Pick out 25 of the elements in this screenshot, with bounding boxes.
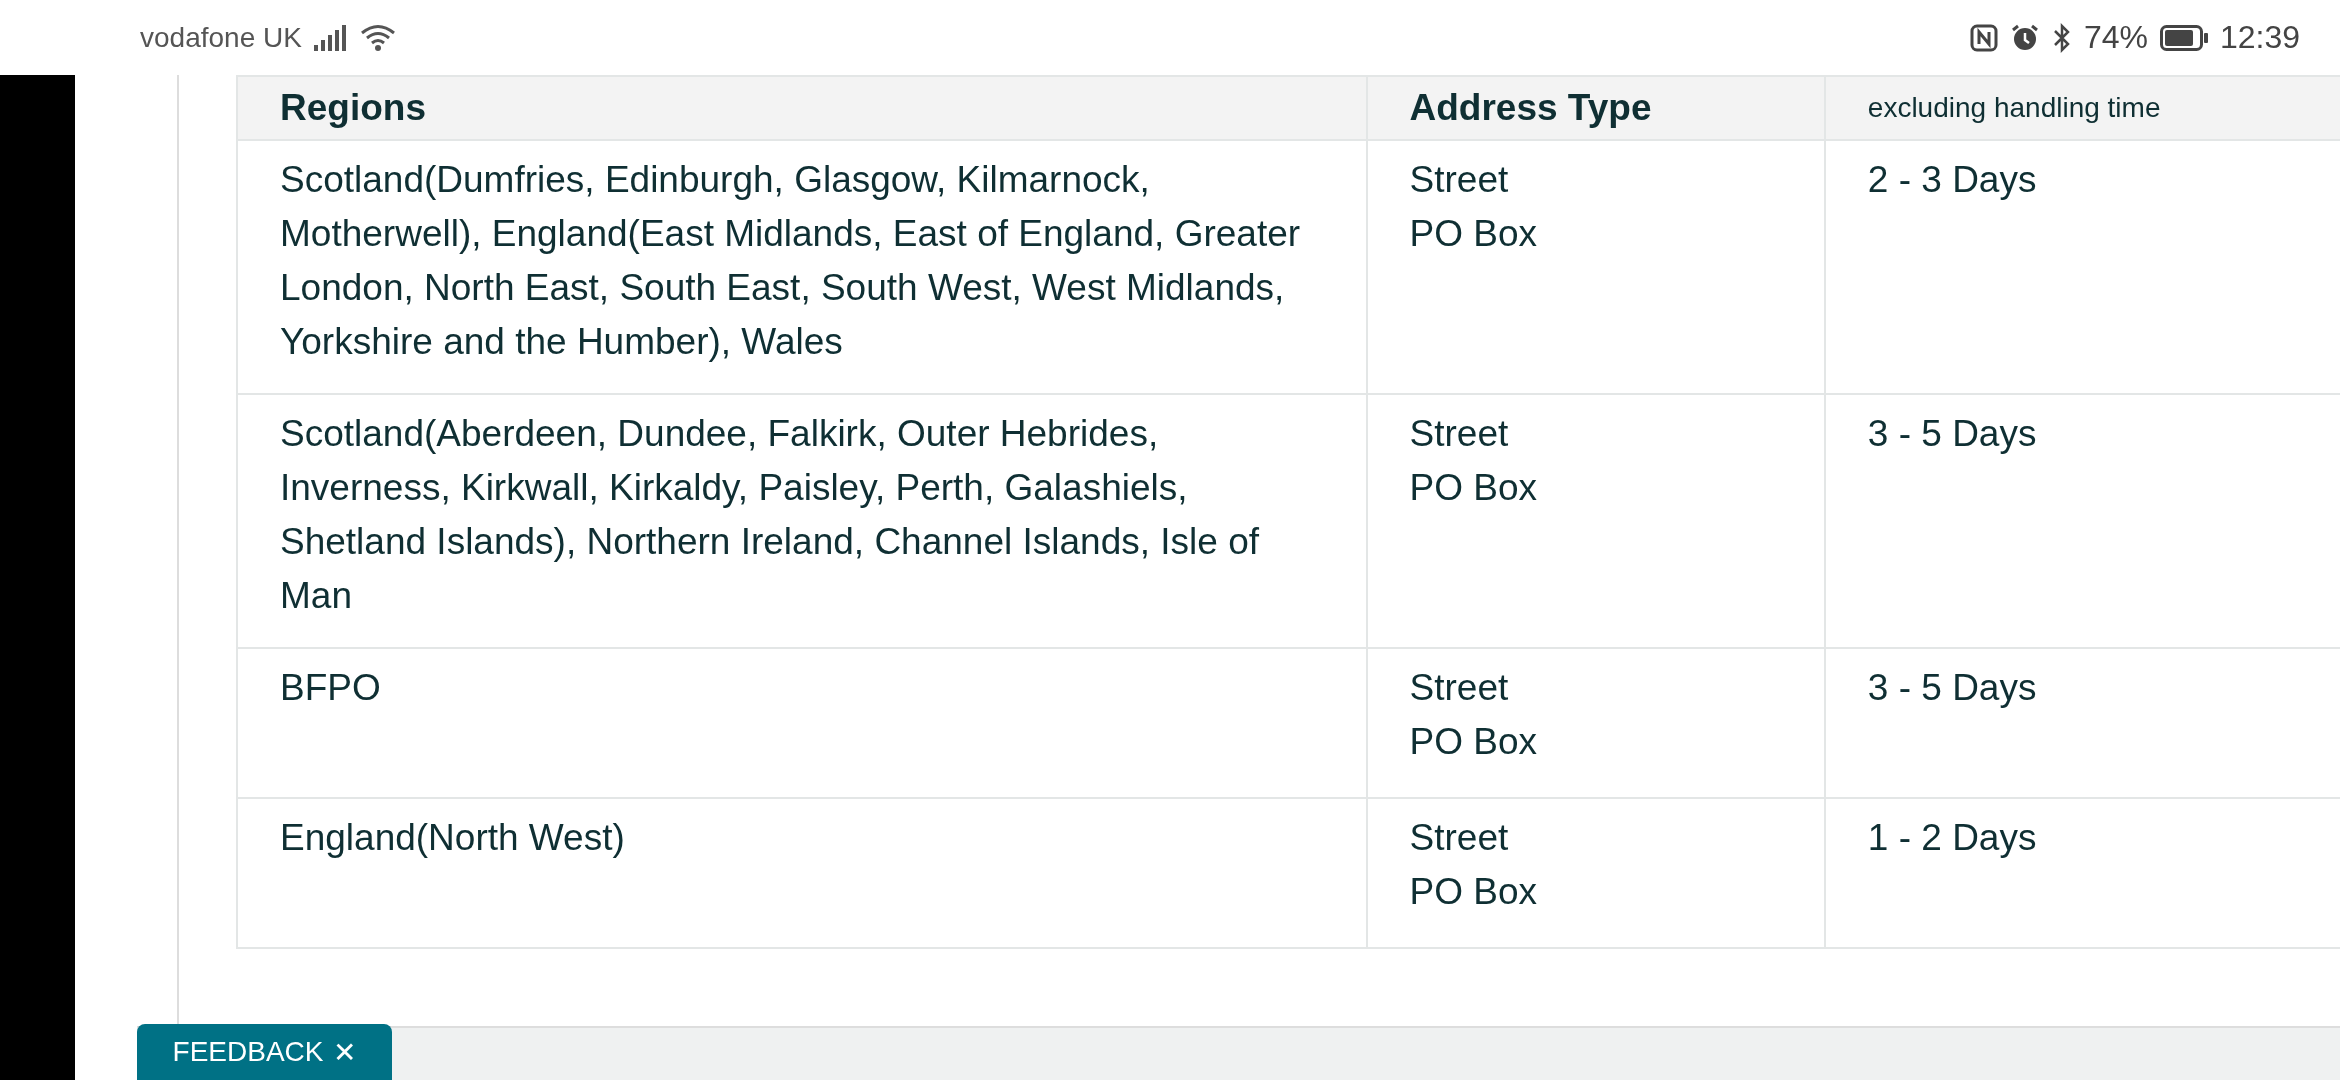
table-cell: England(North West) xyxy=(237,798,1367,948)
column-header: Address Type xyxy=(1366,76,1825,140)
signal-icon xyxy=(313,24,348,51)
table-cell: Scotland(Dumfries, Edinburgh, Glasgow, Kilmarnock, Motherwell), England(East Midlands, East of England, Greater London, North East, South East, South West, West Midlands, Yorkshire and the Humber), Wales xyxy=(237,140,1367,394)
table-cell: BFPO xyxy=(237,648,1367,798)
nfc-icon xyxy=(1969,23,1998,52)
address-type: PO Box xyxy=(1409,720,1539,764)
battery-icon xyxy=(2159,24,2208,51)
clock-time: 12:39 xyxy=(2219,19,2300,56)
bluetooth-icon xyxy=(2051,22,2072,53)
address-type: Street xyxy=(1409,816,1510,860)
address-type: PO Box xyxy=(1409,466,1539,510)
address-type: Street xyxy=(1409,158,1510,202)
alarm-icon xyxy=(2009,22,2040,53)
table-cell: Scotland(Aberdeen, Dundee, Falkirk, Outer Hebrides, Inverness, Kirkwall, Kirkaldy, Paisley, Perth, Galashiels, Shetland Islands), Northern Ireland, Channel Islands, Isle of Man xyxy=(237,394,1367,648)
address-type: Street xyxy=(1409,666,1510,710)
wifi-icon xyxy=(359,23,396,52)
column-header: excluding handling time xyxy=(1824,76,2340,140)
address-type: PO Box xyxy=(1409,870,1539,914)
battery-percent: 74% xyxy=(2083,19,2148,56)
feedback-button[interactable]: FEEDBACK ✕ xyxy=(137,1024,392,1080)
address-type: PO Box xyxy=(1409,212,1539,256)
carrier-name: vodafone UK xyxy=(140,21,302,54)
address-type: Street xyxy=(1409,412,1510,456)
column-header: Regions xyxy=(237,76,1367,140)
